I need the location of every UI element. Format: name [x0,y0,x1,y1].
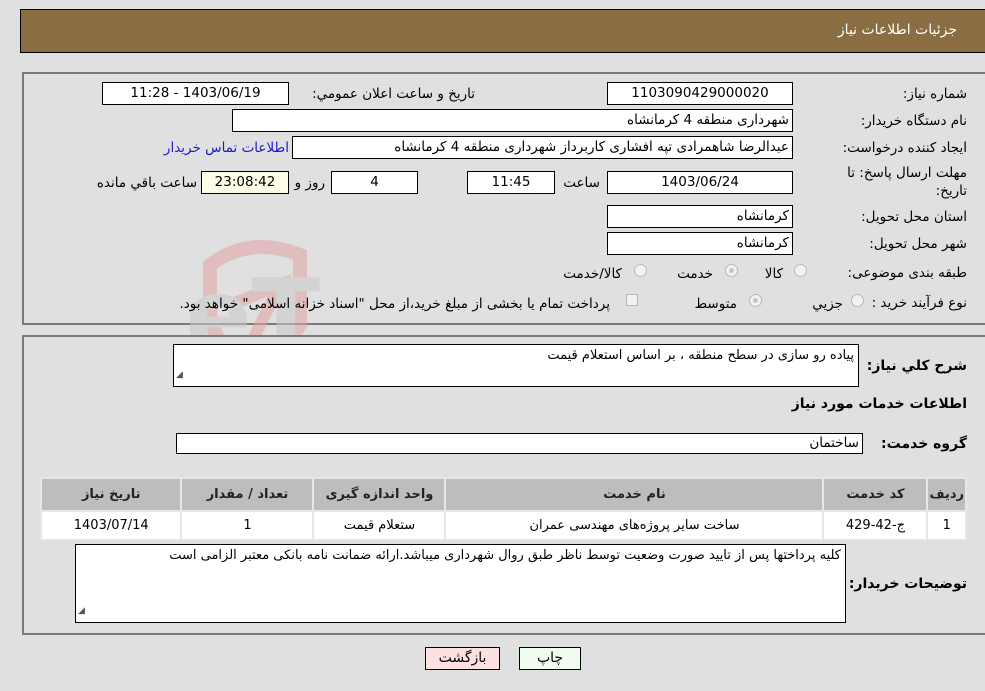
category-radio-goods-service[interactable] [634,264,647,277]
category-option-service: خدمت [677,266,713,282]
print-button[interactable]: چاپ [519,647,581,670]
table-row: 1 ج-42-429 ساخت سایر پروژه‌های مهندسی عم… [39,510,967,541]
process-radio-minor[interactable] [851,294,864,307]
page-header: جزئیات اطلاعات نیاز [20,9,985,53]
buyer-notes-text: کلیه پرداختها پس از تایید صورت وضعیت توس… [169,548,841,563]
remaining-time-field: 23:08:42 [201,171,289,194]
description-text: پیاده رو سازی در سطح منطقه ، بر اساس است… [547,348,854,363]
cell-row-number: 1 [926,510,967,541]
col-row-number: رديف [926,477,967,512]
buyer-notes-label: توضيحات خريدار: [848,576,967,592]
cell-unit: ستعلام قیمت [312,510,447,541]
description-label: شرح کلي نياز: [866,358,967,374]
service-group-label: گروه خدمت: [881,436,967,452]
province-field: کرمانشاه [607,205,793,228]
announce-datetime-label: تاریخ و ساعت اعلان عمومي: [312,86,475,102]
col-quantity: تعداد / مقدار [180,477,315,512]
resize-grip-icon[interactable]: ◢ [78,602,85,620]
remaining-time-label: ساعت باقي مانده [96,175,197,191]
requester-field: عبدالرضا شاهمرادی تپه افشاری کاربرداز شه… [292,136,793,159]
category-option-goods: کالا [764,266,783,282]
treasury-payment-note: پرداخت تمام یا بخشی از مبلغ خرید،از محل … [179,296,610,312]
treasury-payment-checkbox[interactable] [626,294,638,306]
requester-label: ایجاد کننده درخواست: [842,140,967,156]
need-number-label: شماره نیاز: [902,86,967,102]
resize-grip-icon[interactable]: ◢ [176,366,183,384]
process-radio-medium[interactable] [749,294,762,307]
cell-need-date: 1403/07/14 [39,510,183,541]
city-field: کرمانشاه [607,232,793,255]
process-option-minor: جزيي [812,296,843,312]
province-label: استان محل تحویل: [861,209,967,225]
category-option-goods-service: کالا/خدمت [563,266,622,282]
col-need-date: تاریخ نیاز [39,477,183,512]
back-button[interactable]: بازگشت [425,647,500,670]
remaining-days-field: 4 [331,171,418,194]
category-label: طبقه بندی موضوعی: [847,265,967,281]
buyer-notes-textarea[interactable]: کلیه پرداختها پس از تایید صورت وضعیت توس… [75,544,846,623]
col-service-code: کد خدمت [822,477,929,512]
category-radio-goods[interactable] [794,264,807,277]
service-group-field: ساختمان [176,433,863,454]
process-option-medium: متوسط [694,296,737,312]
purchase-process-label: نوع فرآیند خرید : [871,295,967,311]
deadline-date-field: 1403/06/24 [607,171,793,194]
deadline-time-label: ساعت [563,175,600,191]
table-header-row: رديف کد خدمت نام خدمت واحد اندازه گیری ت… [39,477,967,512]
cell-service-code: ج-42-429 [822,510,929,541]
deadline-label: مهلت ارسال پاسخ: تا تاریخ: [847,165,967,199]
city-label: شهر محل تحویل: [869,236,967,252]
col-unit: واحد اندازه گیری [312,477,447,512]
services-table: رديف کد خدمت نام خدمت واحد اندازه گیری ت… [39,477,967,541]
category-radio-service[interactable] [725,264,738,277]
days-label: روز و [294,175,325,191]
deadline-time-field: 11:45 [467,171,555,194]
description-textarea[interactable]: پیاده رو سازی در سطح منطقه ، بر اساس است… [173,344,859,387]
buyer-org-field: شهرداری منطقه 4 کرمانشاه [232,109,793,132]
page-title: جزئیات اطلاعات نیاز [837,22,957,38]
buyer-org-label: نام دستگاه خريدار: [860,113,967,129]
services-section-title: اطلاعات خدمات مورد نياز [791,396,967,412]
announce-datetime-field: 1403/06/19 - 11:28 [102,82,289,105]
col-service-name: نام خدمت [444,477,825,512]
need-number-field: 1103090429000020 [607,82,793,105]
cell-service-name: ساخت سایر پروژه‌های مهندسی عمران [444,510,825,541]
buyer-contact-link[interactable]: اطلاعات تماس خریدار [164,140,289,156]
cell-quantity: 1 [180,510,315,541]
